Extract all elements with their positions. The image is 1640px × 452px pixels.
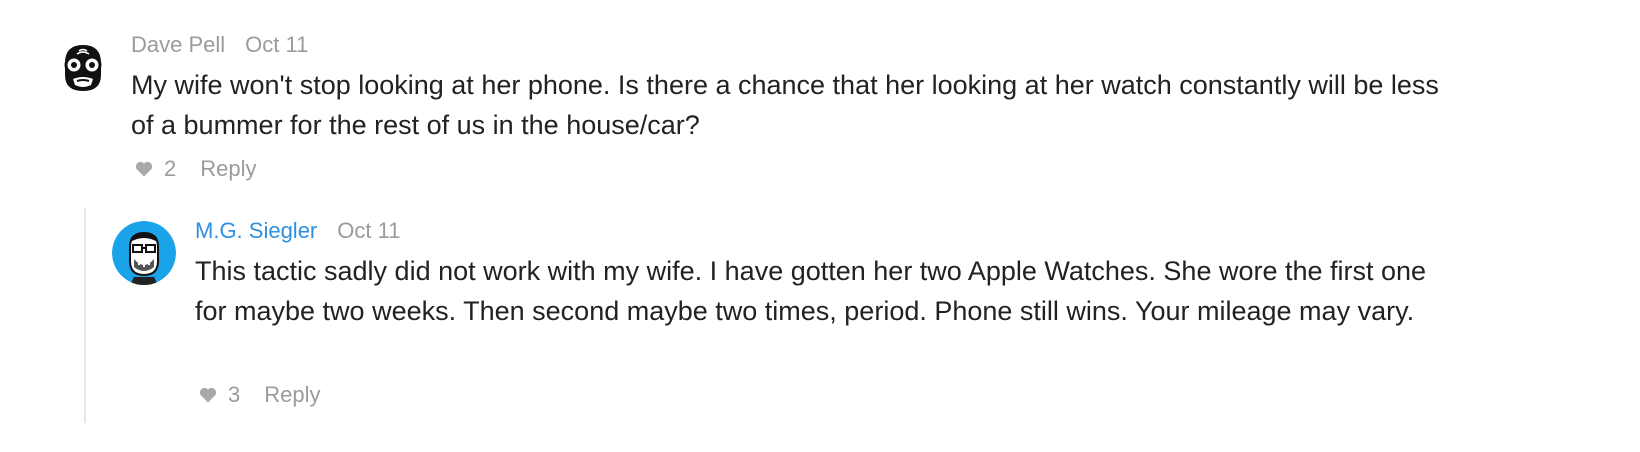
comment-date[interactable]: Oct 11: [245, 32, 308, 58]
comment-meta: Dave Pell Oct 11: [131, 32, 308, 58]
comment-author[interactable]: M.G. Siegler: [195, 218, 317, 244]
avatar-mg-siegler[interactable]: [112, 221, 176, 285]
comment-body: My wife won't stop looking at her phone.…: [131, 70, 1439, 140]
avatar-dave-pell[interactable]: [57, 41, 109, 95]
comment-meta: M.G. Siegler Oct 11: [195, 218, 400, 244]
comment-body: This tactic sadly did not work with my w…: [195, 256, 1427, 326]
avatar-illustration: [57, 41, 109, 95]
thread-line: [84, 208, 86, 423]
like-count: 2: [164, 156, 177, 181]
comment-author[interactable]: Dave Pell: [131, 32, 225, 58]
reply-button[interactable]: Reply: [200, 156, 256, 182]
avatar-illustration: [112, 221, 176, 285]
heart-icon[interactable]: [198, 385, 218, 405]
reply-button[interactable]: Reply: [264, 382, 320, 408]
like-count: 3: [228, 382, 241, 407]
comment-date[interactable]: Oct 11: [337, 218, 400, 244]
heart-icon[interactable]: [134, 159, 154, 179]
comment-actions: 2 Reply: [134, 156, 257, 182]
comment-actions: 3 Reply: [198, 382, 321, 408]
